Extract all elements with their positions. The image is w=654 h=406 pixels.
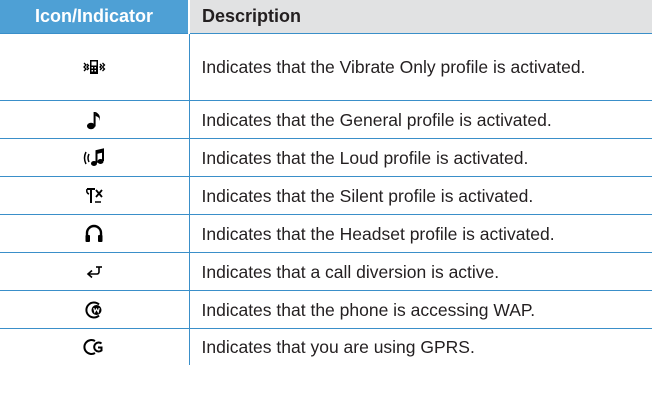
description-cell: Indicates that a call diversion is activ…: [189, 252, 652, 291]
table-row: Indicates that the Loud profile is activ…: [0, 138, 652, 177]
description-cell: Indicates that you are using GPRS.: [189, 328, 652, 365]
table-row: Indicates that a call diversion is activ…: [0, 252, 652, 291]
description-cell: Indicates that the Loud profile is activ…: [189, 138, 652, 177]
icon-cell: [0, 100, 190, 139]
header-row: Icon/Indicator Description: [0, 0, 652, 34]
indicator-table: Icon/Indicator Description Indicates tha…: [0, 0, 652, 365]
table-row: Indicates that the General profile is ac…: [0, 100, 652, 139]
table-row: Indicates that the phone is accessing WA…: [0, 290, 652, 329]
table-row: Indicates that the Silent profile is act…: [0, 176, 652, 215]
icon-cell: [0, 33, 190, 101]
description-cell: Indicates that the phone is accessing WA…: [189, 290, 652, 329]
icon-cell: [0, 328, 190, 365]
icon-cell: [0, 176, 190, 215]
icon-cell: [0, 138, 190, 177]
icon-cell: [0, 252, 190, 291]
table-row: Indicates that you are using GPRS.: [0, 328, 652, 365]
silent-profile-icon: [81, 184, 107, 208]
description-cell: Indicates that the General profile is ac…: [189, 100, 652, 139]
call-diversion-icon: [81, 260, 107, 284]
icon-cell: [0, 290, 190, 329]
icon-cell: [0, 214, 190, 253]
headset-icon: [81, 222, 107, 246]
wap-icon: [81, 298, 107, 322]
description-cell: Indicates that the Headset profile is ac…: [189, 214, 652, 253]
vibrate-only-icon: [81, 55, 107, 79]
icon-column-header: Icon/Indicator: [0, 0, 190, 34]
gprs-icon: [81, 335, 107, 359]
music-note-icon: [81, 108, 107, 132]
table-row: Indicates that the Vibrate Only profile …: [0, 33, 652, 101]
loud-profile-icon: [81, 146, 107, 170]
description-cell: Indicates that the Silent profile is act…: [189, 176, 652, 215]
description-cell: Indicates that the Vibrate Only profile …: [189, 33, 652, 101]
description-column-header: Description: [189, 0, 652, 34]
table-row: Indicates that the Headset profile is ac…: [0, 214, 652, 253]
